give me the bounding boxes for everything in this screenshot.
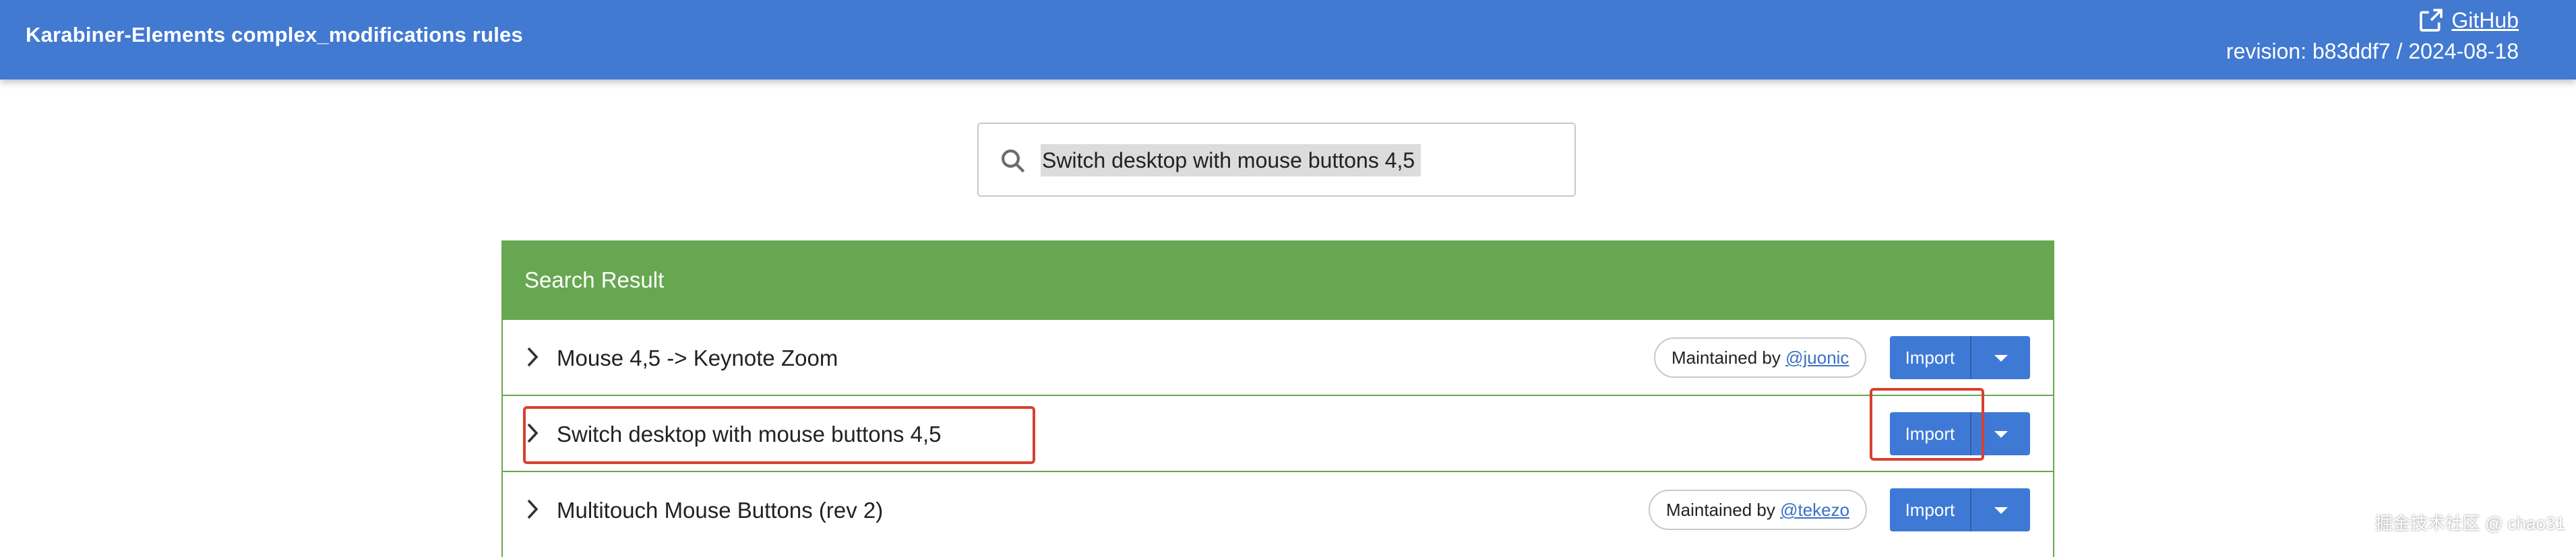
chevron-right-icon[interactable] bbox=[523, 346, 542, 368]
search-box bbox=[977, 123, 1576, 197]
highlight-rule-title bbox=[523, 406, 1035, 464]
maintained-by-text: Maintained by bbox=[1672, 348, 1786, 368]
import-dropdown-button[interactable] bbox=[1971, 488, 2030, 531]
maintainer-link[interactable]: @tekezo bbox=[1780, 500, 1849, 520]
import-button[interactable]: Import bbox=[1890, 488, 1971, 531]
import-button-group: Import bbox=[1890, 336, 2030, 379]
chevron-right-icon[interactable] bbox=[523, 498, 542, 521]
maintainer-badge: Maintained by @juonic bbox=[1654, 337, 1867, 378]
rule-title[interactable]: Mouse 4,5 -> Keynote Zoom bbox=[557, 346, 838, 371]
watermark: 掘金技术社区 @ chao31 bbox=[2374, 513, 2565, 533]
revision-text: revision: b83ddf7 / 2024-08-18 bbox=[2226, 39, 2519, 63]
rule-title[interactable]: Multitouch Mouse Buttons (rev 2) bbox=[557, 498, 883, 523]
search-icon bbox=[1002, 150, 1025, 173]
external-link-icon bbox=[2420, 9, 2443, 32]
import-dropdown-button[interactable] bbox=[1971, 336, 2030, 379]
search-result-heading: Search Result bbox=[503, 242, 2053, 319]
result-row: Multitouch Mouse Buttons (rev 2) Maintai… bbox=[503, 471, 2053, 547]
github-link-label: GitHub bbox=[2451, 7, 2519, 32]
maintained-by-text: Maintained by bbox=[1666, 500, 1781, 520]
caret-down-icon bbox=[1994, 431, 2008, 438]
result-row: Mouse 4,5 -> Keynote Zoom Maintained by … bbox=[503, 319, 2053, 395]
maintainer-link[interactable]: @juonic bbox=[1785, 348, 1849, 368]
import-button[interactable]: Import bbox=[1890, 336, 1971, 379]
github-link[interactable]: GitHub bbox=[2418, 7, 2519, 34]
maintainer-badge: Maintained by @tekezo bbox=[1649, 490, 1868, 530]
caret-down-icon bbox=[1994, 355, 2008, 362]
caret-down-icon bbox=[1994, 507, 2008, 514]
highlight-import-button bbox=[1870, 388, 1984, 461]
search-results-panel: Search Result Mouse 4,5 -> Keynote Zoom … bbox=[501, 240, 2054, 557]
app-header: Karabiner-Elements complex_modifications… bbox=[0, 0, 2576, 79]
search-input[interactable] bbox=[1041, 144, 1421, 176]
page-title: Karabiner-Elements complex_modifications… bbox=[26, 23, 523, 46]
import-button-group: Import bbox=[1890, 488, 2030, 531]
